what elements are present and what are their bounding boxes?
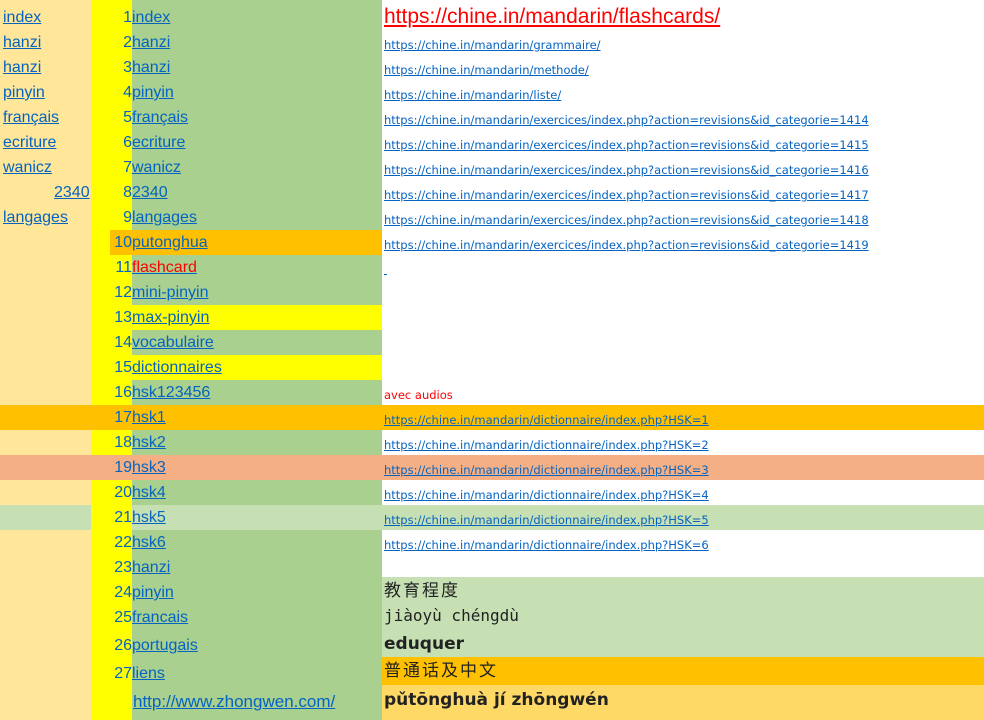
- nav-item-24[interactable]: 24pinyin: [110, 580, 382, 605]
- url-hsk1[interactable]: https://chine.in/mandarin/dictionnaire/i…: [384, 408, 709, 433]
- nav-item-17[interactable]: 17hsk1: [110, 405, 382, 430]
- nav-item-18[interactable]: 18hsk2: [110, 430, 382, 455]
- nav-item-26[interactable]: 26portugais: [110, 633, 382, 658]
- nav-item-13[interactable]: 13max-pinyin: [110, 305, 382, 330]
- left-link-wanicz[interactable]: wanicz: [3, 155, 52, 180]
- left-link-index[interactable]: index: [3, 5, 41, 30]
- left-link-ecriture[interactable]: ecriture: [3, 130, 56, 155]
- left-link-hanzi-2[interactable]: hanzi: [3, 55, 41, 80]
- nav-item-10[interactable]: 10putonghua: [110, 230, 382, 255]
- nav-item-19[interactable]: 19hsk3: [110, 455, 382, 480]
- url-liste[interactable]: https://chine.in/mandarin/liste/: [384, 83, 561, 108]
- url-exercices-1415[interactable]: https://chine.in/mandarin/exercices/inde…: [384, 133, 869, 158]
- url-exercices-1416[interactable]: https://chine.in/mandarin/exercices/inde…: [384, 158, 869, 183]
- url-grammaire[interactable]: https://chine.in/mandarin/grammaire/: [384, 33, 601, 58]
- nav-item-16[interactable]: 16hsk123456: [110, 380, 382, 405]
- url-exercices-1417[interactable]: https://chine.in/mandarin/exercices/inde…: [384, 183, 869, 208]
- left-link-hanzi[interactable]: hanzi: [3, 30, 41, 55]
- flashcards-header-link[interactable]: https://chine.in/mandarin/flashcards/: [384, 3, 720, 31]
- url-hsk4[interactable]: https://chine.in/mandarin/dictionnaire/i…: [384, 483, 709, 508]
- nav-item-6[interactable]: 6ecriture: [110, 130, 382, 155]
- nav-item-7[interactable]: 7wanicz: [110, 155, 382, 180]
- nav-item-9[interactable]: 9langages: [110, 205, 382, 230]
- empty-link-underline: [384, 274, 387, 275]
- url-methode[interactable]: https://chine.in/mandarin/methode/: [384, 58, 589, 83]
- vocab-french-bg: [382, 630, 984, 657]
- left-link-francais[interactable]: français: [3, 105, 59, 130]
- nav-item-25[interactable]: 25francais: [110, 605, 382, 630]
- nav-item-22[interactable]: 22hsk6: [110, 530, 382, 555]
- vocab-hanzi: 教育程度: [384, 581, 460, 601]
- url-hsk3[interactable]: https://chine.in/mandarin/dictionnaire/i…: [384, 458, 709, 483]
- nav-item-15[interactable]: 15dictionnaires: [110, 355, 382, 380]
- nav-item-21[interactable]: 21hsk5: [110, 505, 382, 530]
- url-exercices-1419[interactable]: https://chine.in/mandarin/exercices/inde…: [384, 233, 869, 258]
- vocab-hanzi2: 普通话及中文: [384, 661, 498, 681]
- url-exercices-1414[interactable]: https://chine.in/mandarin/exercices/inde…: [384, 108, 869, 133]
- left-link-2340[interactable]: 2340: [54, 180, 90, 205]
- zhongwen-link[interactable]: http://www.zhongwen.com/: [133, 689, 335, 715]
- audio-note: avec audios: [384, 388, 453, 402]
- url-hsk5[interactable]: https://chine.in/mandarin/dictionnaire/i…: [384, 508, 709, 533]
- band-hsk5-left: [0, 505, 91, 530]
- nav-item-23[interactable]: 23hanzi: [110, 555, 382, 580]
- nav-item-20[interactable]: 20hsk4: [110, 480, 382, 505]
- nav-item-3[interactable]: 3hanzi: [110, 55, 382, 80]
- nav-item-5[interactable]: 5français: [110, 105, 382, 130]
- nav-item-11[interactable]: 11flashcard: [110, 255, 382, 280]
- nav-item-27[interactable]: 27liens: [110, 661, 382, 686]
- nav-item-1[interactable]: 1index: [110, 5, 382, 30]
- left-link-pinyin[interactable]: pinyin: [3, 80, 45, 105]
- url-hsk2[interactable]: https://chine.in/mandarin/dictionnaire/i…: [384, 433, 709, 458]
- nav-item-8[interactable]: 82340: [110, 180, 382, 205]
- nav-item-2[interactable]: 2hanzi: [110, 30, 382, 55]
- nav-item-14[interactable]: 14vocabulaire: [110, 330, 382, 355]
- url-exercices-1418[interactable]: https://chine.in/mandarin/exercices/inde…: [384, 208, 869, 233]
- left-link-langages[interactable]: langages: [3, 205, 68, 230]
- vocab-french: eduquer: [384, 634, 464, 654]
- nav-item-12[interactable]: 12mini-pinyin: [110, 280, 382, 305]
- nav-item-4[interactable]: 4pinyin: [110, 80, 382, 105]
- vocab-pinyin2: pǔtōnghuà jí zhōngwén: [384, 690, 609, 710]
- url-hsk6[interactable]: https://chine.in/mandarin/dictionnaire/i…: [384, 533, 709, 558]
- vocab-pinyin: jiàoyù chéngdù: [384, 606, 519, 625]
